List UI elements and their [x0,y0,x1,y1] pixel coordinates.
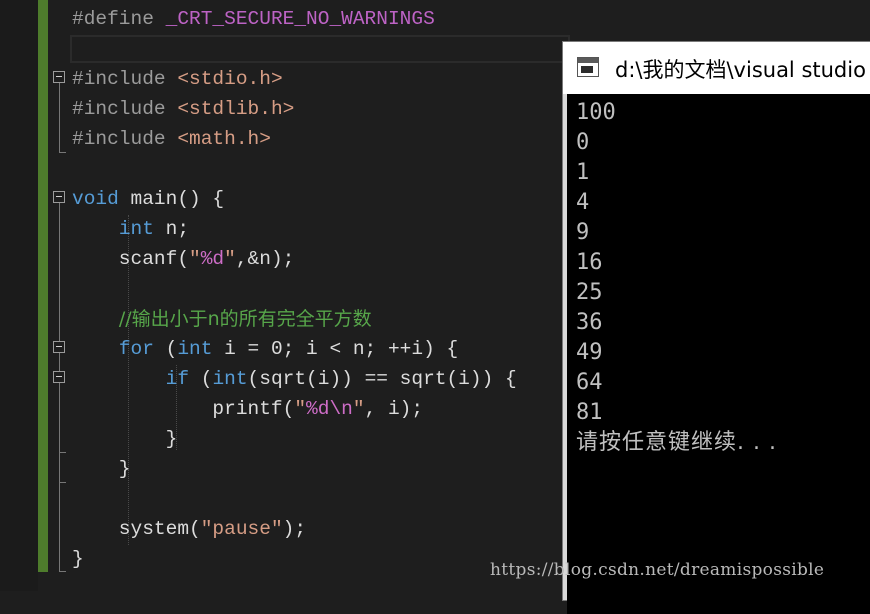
console-output-line: 36 [576,310,603,335]
code-token: <stdio.h> [177,68,283,90]
console-output-line: 49 [576,340,603,365]
code-token: int [212,368,248,390]
console-window-icon [577,57,599,77]
console-output-line: 25 [576,280,603,305]
code-token: <stdlib.h> [177,98,295,120]
code-token: #include [72,98,178,120]
code-line[interactable]: system("pause"); [72,514,517,544]
code-token: ( [189,368,213,390]
code-token: } [72,548,84,570]
code-token: scanf( [72,248,190,270]
change-tracking-bar [38,0,48,572]
code-token: " [224,248,236,270]
code-token: <math.h> [177,128,271,150]
console-output-line: 请按任意键继续. . . [576,430,777,455]
code-token: printf( [72,398,295,420]
code-token: #include [72,128,178,150]
console-output-line: 64 [576,370,603,395]
code-token: " [189,248,201,270]
fold-toggle-for[interactable] [53,341,65,353]
code-token: int [177,338,213,360]
code-token: main() { [118,188,225,210]
code-token: system( [72,518,201,540]
code-line[interactable]: } [72,544,517,574]
source-code[interactable]: #define _CRT_SECURE_NO_WARNINGS #include … [72,4,517,574]
code-line[interactable]: scanf("%d",&n); [72,244,517,274]
code-line[interactable]: #include <stdio.h> [72,64,517,94]
editor-gutter [0,0,38,591]
code-token: _CRT_SECURE_NO_WARNINGS [165,8,435,30]
code-line[interactable] [72,154,517,184]
code-token: #include [72,68,178,90]
console-output-line: 16 [576,250,603,275]
code-line[interactable]: void main() { [72,184,517,214]
code-token: ( [153,338,178,360]
console-output-line: 0 [576,130,590,155]
code-line[interactable]: #include <math.h> [72,124,517,154]
console-body[interactable]: 100 0 1 4 9 16 25 36 49 64 81 请按任意键继续. . . [567,94,870,614]
console-output-line: 81 [576,400,603,425]
code-token: #define [72,8,166,30]
code-token: //输出小于n的所有完全平方数 [118,308,372,330]
code-token: , i); [364,398,424,420]
code-token: " [294,398,307,420]
code-token: void [72,188,119,210]
code-token: n; [153,218,190,240]
code-token: ,&n); [235,248,295,270]
code-line[interactable]: int n; [72,214,517,244]
code-line[interactable]: printf("%d\n", i); [72,394,517,424]
watermark: https://blog.csdn.net/dreamispossible [490,560,825,580]
code-line[interactable]: #include <stdlib.h> [72,94,517,124]
code-line[interactable] [72,484,517,514]
console-output-line: 100 [576,100,616,125]
console-window[interactable]: d:\我的文档\visual studio 100 0 1 4 9 16 25 36 49 64 8… [562,41,870,614]
code-token: " [352,398,365,420]
console-title: d:\我的文档\visual studio [615,58,866,82]
code-line[interactable]: //输出小于n的所有完全平方数 [72,304,517,334]
console-output-line: 1 [576,160,590,185]
code-token: ); [282,518,307,540]
code-line[interactable]: if (int(sqrt(i)) == sqrt(i)) { [72,364,517,394]
fold-toggle-includes[interactable] [53,71,65,83]
code-line[interactable]: #define _CRT_SECURE_NO_WARNINGS [72,4,517,34]
code-token: } [72,458,131,480]
code-line[interactable] [72,34,517,64]
fold-region-end [59,482,66,483]
code-token: for [118,338,154,360]
code-token: (sqrt(i)) == sqrt(i)) { [247,368,517,390]
code-line[interactable]: } [72,424,517,454]
console-output-line: 4 [576,190,590,215]
console-output-line: 9 [576,220,590,245]
code-token: %d [200,248,225,270]
console-titlebar[interactable]: d:\我的文档\visual studio [563,42,870,94]
code-token: i = 0; i < n; ++i) { [212,338,459,360]
fold-region-end [59,571,66,572]
code-token: int [118,218,154,240]
fold-region-end [59,152,66,153]
code-token: %d\n [306,398,353,420]
console-output: 100 0 1 4 9 16 25 36 49 64 81 请按任意键继续. . . [567,94,870,458]
code-line[interactable]: } [72,454,517,484]
fold-toggle-if[interactable] [53,371,65,383]
code-line[interactable]: for (int i = 0; i < n; ++i) { [72,334,517,364]
code-token: "pause" [200,518,283,540]
fold-region-line [59,203,60,572]
fold-region-end [59,452,66,453]
fold-region-line [59,83,60,153]
fold-toggle-main[interactable] [53,191,65,203]
code-token: } [72,428,178,450]
code-token: if [165,368,190,390]
code-line[interactable] [72,274,517,304]
